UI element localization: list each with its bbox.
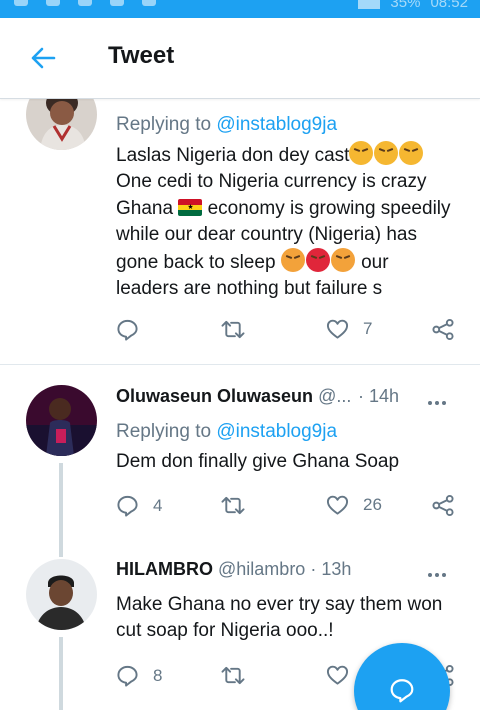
reply-icon — [117, 665, 138, 687]
retweet-icon — [221, 496, 245, 515]
status-bar: 35% 08:52 — [0, 0, 480, 18]
page-title: Tweet — [108, 42, 175, 69]
share-button[interactable] — [431, 494, 455, 517]
heart-icon — [326, 495, 349, 515]
pouting-face-emoji — [305, 248, 330, 273]
text-line: One cedi to Nigeria currency is crazy — [116, 171, 427, 193]
tired-face-emoji — [399, 141, 424, 165]
retweet-icon — [221, 666, 245, 685]
retweet-icon — [221, 320, 245, 339]
text-line: leaders are nothing but failure s — [116, 278, 383, 300]
user-handle[interactable]: @hilambro — [218, 559, 305, 579]
mention-link[interactable]: @instablog9ja — [216, 421, 337, 442]
back-button[interactable] — [28, 43, 58, 73]
app-header: Tweet — [0, 18, 480, 99]
reply-icon — [117, 495, 138, 517]
heart-notification-icon — [46, 0, 60, 6]
signal-icon — [358, 0, 381, 9]
avatar[interactable] — [26, 99, 97, 150]
ghana-flag-emoji: ★ — [178, 198, 203, 216]
compose-reply-icon — [390, 679, 414, 703]
text-line: cut soap for Nigeria ooo..! — [116, 620, 334, 642]
tweet-thread[interactable]: Replying to @instablog9ja Laslas Nigeria… — [0, 99, 480, 710]
heart-icon — [326, 665, 349, 685]
text-line: Laslas Nigeria don dey cast — [116, 145, 350, 166]
more-options-button[interactable] — [428, 397, 452, 409]
reply-button[interactable]: 4 — [116, 494, 162, 517]
like-button[interactable]: 7 — [326, 318, 372, 340]
heart-icon — [326, 319, 349, 339]
display-name[interactable]: HILAMBRO — [116, 559, 213, 579]
mention-link[interactable]: @instablog9ja — [216, 114, 337, 135]
share-icon — [432, 494, 454, 517]
reply-icon — [117, 319, 138, 341]
share-icon — [432, 318, 454, 341]
retweet-button[interactable] — [220, 494, 246, 517]
retweet-button[interactable] — [220, 318, 246, 341]
retweet-button[interactable] — [220, 664, 246, 687]
more-options-button[interactable] — [428, 569, 452, 581]
tired-face-emoji — [374, 141, 399, 165]
like-count: 26 — [363, 495, 382, 514]
battery-percent: 35% — [390, 0, 421, 11]
system-status: 35% 08:52 — [358, 0, 468, 11]
tweet-text: Dem don finally give Ghana Soap — [116, 451, 400, 472]
tweet-time: · 14h — [358, 386, 399, 407]
reply-tweet-2[interactable]: Oluwaseun Oluwaseun @... · 14h Replying … — [0, 365, 480, 551]
chat-notification-icon — [78, 0, 92, 6]
tweet-meta: Oluwaseun Oluwaseun @... — [116, 386, 351, 407]
reply-tweet-1[interactable]: Replying to @instablog9ja Laslas Nigeria… — [0, 99, 480, 364]
tweet-actions: 7 — [0, 316, 480, 346]
share-button[interactable] — [431, 318, 455, 341]
reply-button[interactable]: 8 — [116, 664, 162, 687]
tweet-meta: HILAMBRO @hilambro · 13h — [116, 559, 351, 580]
angry-face-emoji — [330, 248, 355, 273]
text-line: Ghana — [116, 197, 174, 219]
clock: 08:52 — [430, 0, 468, 11]
replying-to: Replying to @instablog9ja — [116, 421, 337, 443]
dot — [442, 573, 446, 577]
replying-to-label: Replying to — [116, 421, 212, 442]
avatar[interactable] — [26, 559, 97, 630]
image-notification-icon — [142, 0, 156, 6]
dot — [428, 401, 432, 405]
tweet-text: Laslas Nigeria don dey cast One cedi to … — [116, 141, 461, 303]
arrow-left-icon — [31, 47, 56, 69]
display-name[interactable]: Oluwaseun Oluwaseun — [116, 386, 313, 406]
dot — [442, 401, 446, 405]
text-line: our — [361, 252, 389, 274]
text-line: economy is growing speedily — [207, 197, 451, 219]
text-line: gone back to sleep — [116, 252, 276, 274]
text-line: Make Ghana no ever try say them won — [116, 594, 443, 615]
dot — [435, 573, 439, 577]
like-button[interactable] — [326, 664, 349, 686]
tweet-text: Make Ghana no ever try say them won cut … — [116, 592, 461, 645]
timestamp: · 14h — [358, 386, 400, 406]
download-notification-icon — [110, 0, 124, 6]
like-button[interactable]: 26 — [326, 494, 382, 516]
tired-face-emoji — [349, 141, 374, 165]
angry-face-emoji — [280, 248, 305, 273]
replying-to: Replying to @instablog9ja — [116, 114, 337, 136]
like-count: 7 — [363, 319, 373, 338]
timestamp: · 13h — [310, 559, 352, 579]
reply-count: 8 — [153, 665, 163, 685]
dot — [435, 401, 439, 405]
user-handle[interactable]: @... — [318, 386, 351, 406]
thread-connector — [59, 547, 63, 557]
replying-to-label: Replying to — [116, 114, 212, 135]
reply-count: 4 — [153, 495, 163, 515]
tweet-actions: 4 26 — [0, 492, 480, 522]
dot — [428, 573, 432, 577]
avatar[interactable] — [26, 385, 97, 456]
notification-icons — [14, 0, 156, 6]
app-notification-icon — [14, 0, 28, 6]
reply-button[interactable] — [116, 318, 139, 341]
text-line: while our dear country (Nigeria) has — [116, 223, 417, 245]
